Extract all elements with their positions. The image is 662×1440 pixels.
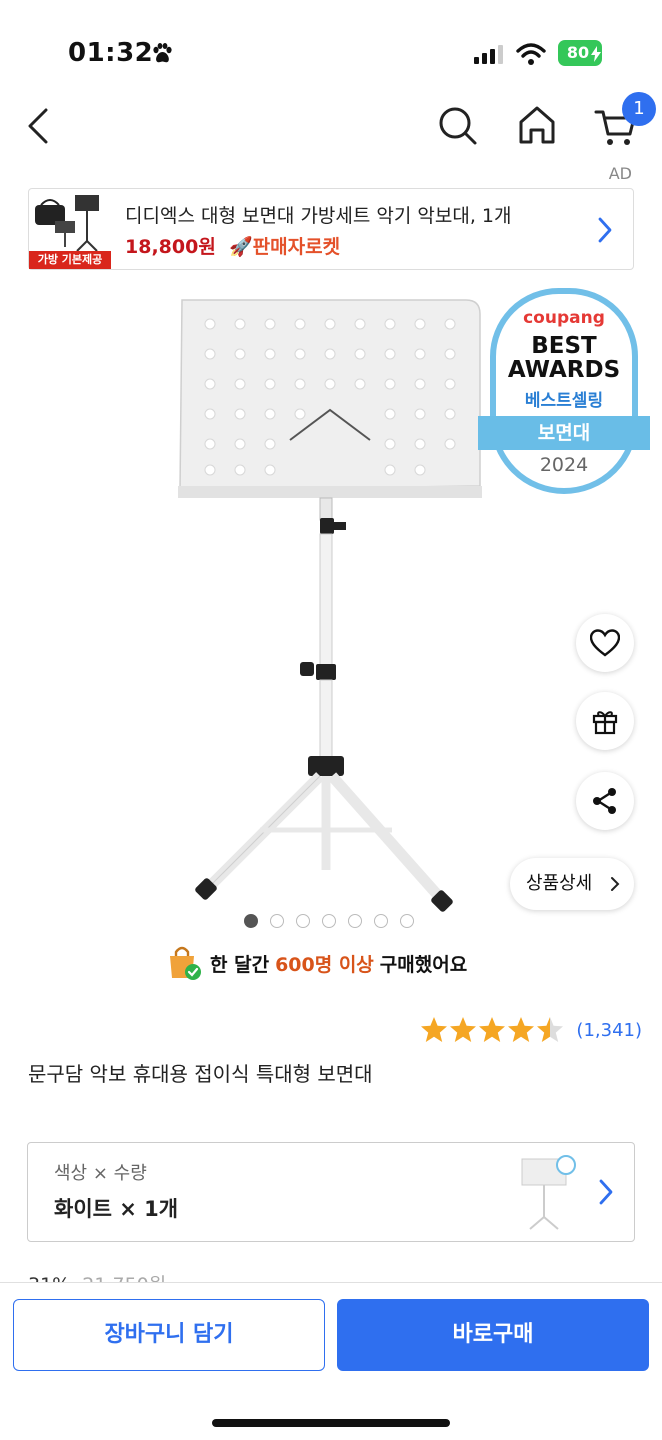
star-rating — [421, 1017, 564, 1042]
product-detail-label: 상품상세 — [526, 873, 593, 894]
wifi-icon — [516, 43, 546, 65]
ad-price: 18,800원 — [125, 236, 216, 258]
ad-thumbnail-badge: 가방 기본제공 — [29, 251, 111, 269]
cellular-signal-icon — [474, 45, 503, 64]
cart-count-badge: 1 — [622, 92, 656, 126]
product-detail-button[interactable]: 상품상세 — [510, 858, 634, 910]
like-button[interactable] — [576, 614, 634, 672]
carousel-dot[interactable] — [244, 914, 258, 928]
bottom-action-bar: 장바구니 담기 바로구매 — [0, 1282, 662, 1440]
ad-label: AD — [608, 164, 632, 183]
option-selector[interactable]: 색상 × 수량 화이트 × 1개 — [27, 1142, 635, 1242]
award-line-2: AWARDS — [507, 357, 621, 383]
status-bar: 01:32 80 — [0, 0, 662, 100]
carousel-dot[interactable] — [348, 914, 362, 928]
carousel-dot[interactable] — [296, 914, 310, 928]
heart-icon — [590, 629, 620, 657]
award-korean: 베스트셀링 — [524, 391, 604, 411]
award-year: 2024 — [539, 454, 589, 476]
status-time: 01:32 — [68, 38, 154, 68]
star-icon — [508, 1017, 535, 1042]
award-line-1: BEST — [531, 333, 597, 359]
star-icon — [479, 1017, 506, 1042]
carousel-indicator — [244, 914, 414, 928]
carousel-dot[interactable] — [270, 914, 284, 928]
award-brand: coupang — [523, 308, 605, 328]
option-thumbnail — [521, 1155, 576, 1230]
share-button[interactable] — [576, 772, 634, 830]
chevron-right-icon — [598, 217, 612, 243]
carousel-dot[interactable] — [400, 914, 414, 928]
option-label: 색상 × 수량 — [54, 1163, 147, 1184]
review-count[interactable]: (1,341) — [576, 1020, 642, 1041]
award-category-ribbon: 보면대 — [478, 416, 650, 450]
purchase-suffix: 구매했어요 — [379, 953, 468, 976]
product-image[interactable] — [160, 290, 500, 920]
ad-title: 디디엑스 대형 보면대 가방세트 악기 악보대, 1개 — [125, 205, 512, 227]
ad-delivery-badge: 🚀판매자로켓 — [229, 236, 341, 258]
paw-icon — [153, 43, 172, 63]
add-to-cart-button[interactable]: 장바구니 담기 — [13, 1299, 325, 1371]
carousel-dot[interactable] — [374, 914, 388, 928]
search-icon[interactable] — [436, 102, 480, 150]
buy-now-button[interactable]: 바로구매 — [337, 1299, 649, 1371]
purchase-count-banner: 한 달간 600명 이상 구매했어요 — [166, 944, 467, 982]
option-value: 화이트 × 1개 — [54, 1197, 179, 1221]
header-nav — [0, 100, 662, 160]
chevron-right-icon — [611, 877, 620, 891]
chevron-right-icon — [599, 1179, 613, 1205]
star-icon — [421, 1017, 448, 1042]
gift-button[interactable] — [576, 692, 634, 750]
share-icon — [593, 788, 616, 814]
gift-icon — [592, 711, 618, 735]
carousel-dot[interactable] — [322, 914, 336, 928]
home-icon[interactable] — [516, 102, 558, 150]
home-indicator — [212, 1419, 450, 1427]
ad-banner[interactable]: 가방 기본제공 디디엑스 대형 보면대 가방세트 악기 악보대, 1개 18,8… — [28, 188, 634, 270]
back-arrow-icon[interactable] — [24, 102, 54, 150]
charging-bolt-icon — [591, 46, 601, 62]
purchase-count: 600명 이상 — [275, 953, 374, 976]
star-icon — [450, 1017, 477, 1042]
purchase-prefix: 한 달간 — [210, 953, 270, 976]
product-title: 문구담 악보 휴대용 접이식 특대형 보면대 — [28, 1062, 373, 1086]
rating-summary[interactable]: (1,341) — [420, 1016, 642, 1044]
star-icon — [537, 1017, 564, 1042]
best-awards-badge: coupang BEST AWARDS 베스트셀링 보면대 2024 — [478, 288, 650, 494]
shopping-bag-icon — [170, 946, 201, 980]
